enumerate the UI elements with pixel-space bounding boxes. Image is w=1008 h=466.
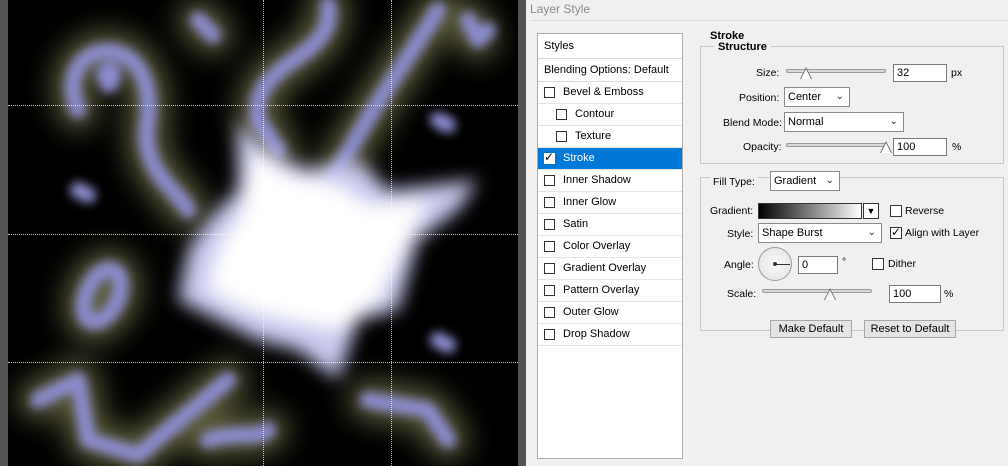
opacity-input[interactable]: 100: [893, 138, 947, 156]
blend-mode-value: Normal: [788, 116, 824, 128]
checkmark-icon: ✓: [891, 225, 902, 239]
document-canvas-area: [0, 0, 526, 466]
size-label: Size:: [756, 67, 780, 79]
size-input[interactable]: 32: [893, 64, 947, 82]
position-label: Position:: [739, 92, 780, 104]
position-select[interactable]: Center ⌄: [784, 87, 850, 107]
style-item-label: Texture: [575, 130, 612, 142]
style-item-label: Contour: [575, 108, 615, 120]
style-item-label: Drop Shadow: [563, 328, 630, 340]
style-item-checkbox[interactable]: [544, 329, 555, 340]
style-item[interactable]: Gradient Overlay: [538, 258, 682, 280]
style-item-checkbox[interactable]: [544, 285, 555, 296]
style-label: Style:: [727, 228, 754, 240]
fill-type-select[interactable]: Gradient ⌄: [770, 171, 840, 191]
style-item-checkbox[interactable]: [556, 131, 567, 142]
styles-list: Styles Blending Options: Default Bevel &…: [537, 33, 683, 459]
style-item[interactable]: Inner Glow: [538, 192, 682, 214]
size-slider-thumb-fill: [801, 69, 811, 79]
angle-input[interactable]: 0: [798, 256, 838, 274]
angle-center: [773, 262, 777, 266]
fill-type-label: Fill Type:: [710, 176, 758, 188]
style-item-label: Inner Glow: [563, 196, 617, 208]
styles-list-header[interactable]: Styles: [538, 34, 682, 59]
chevron-down-icon: ⌄: [835, 91, 844, 102]
scale-slider-thumb-fill: [825, 290, 836, 300]
style-item-label: Inner Shadow: [563, 174, 631, 186]
style-item[interactable]: Drop Shadow: [538, 324, 682, 346]
angle-dial[interactable]: [758, 247, 792, 281]
style-value: Shape Burst: [762, 227, 823, 239]
style-item[interactable]: ✓ Stroke: [538, 148, 682, 170]
guide-vertical-2[interactable]: [391, 0, 392, 466]
style-item-checkbox[interactable]: [544, 219, 555, 230]
style-item[interactable]: Contour: [538, 104, 682, 126]
style-item[interactable]: Satin: [538, 214, 682, 236]
structure-heading: Structure: [714, 41, 771, 53]
blend-mode-select[interactable]: Normal ⌄: [784, 112, 904, 132]
dither-checkbox[interactable]: [872, 258, 884, 270]
gradient-label: Gradient:: [710, 205, 754, 217]
style-item[interactable]: Pattern Overlay: [538, 280, 682, 302]
dialog-title: Layer Style: [530, 2, 591, 16]
opacity-slider-thumb-fill: [881, 143, 891, 153]
style-item-label: Bevel & Emboss: [563, 86, 644, 98]
angle-label: Angle:: [724, 259, 754, 271]
style-item-checkbox[interactable]: [556, 109, 567, 120]
align-with-layer-label: Align with Layer: [905, 227, 980, 239]
scale-label: Scale:: [727, 288, 757, 300]
style-item-checkbox[interactable]: [544, 175, 555, 186]
stroke-panel: Stroke Structure Size: 32 px Position: C…: [696, 30, 1006, 463]
scale-input[interactable]: 100: [889, 285, 941, 303]
gradient-preview[interactable]: [758, 203, 862, 219]
style-item-label: Pattern Overlay: [563, 284, 640, 296]
reset-to-default-button[interactable]: Reset to Default: [864, 320, 956, 338]
scale-unit: %: [944, 288, 954, 300]
size-unit: px: [951, 67, 963, 79]
style-item-checkbox[interactable]: [544, 263, 555, 274]
style-item-label: Stroke: [563, 152, 595, 164]
opacity-slider-track[interactable]: [786, 143, 886, 147]
reverse-checkbox[interactable]: [890, 205, 902, 217]
style-item-label: Gradient Overlay: [563, 262, 647, 274]
canvas[interactable]: [8, 0, 518, 466]
angle-unit: °: [842, 256, 847, 268]
opacity-label: Opacity:: [743, 141, 782, 153]
style-item[interactable]: Texture: [538, 126, 682, 148]
style-item[interactable]: Bevel & Emboss: [538, 82, 682, 104]
style-item-checkbox[interactable]: ✓: [544, 150, 555, 164]
style-item-checkbox[interactable]: [544, 87, 555, 98]
guide-vertical-1[interactable]: [263, 0, 264, 466]
style-item-checkbox[interactable]: [544, 197, 555, 208]
angle-needle: [775, 264, 790, 265]
style-item-checkbox[interactable]: [544, 307, 555, 318]
style-item[interactable]: Outer Glow: [538, 302, 682, 324]
style-item-label: Color Overlay: [563, 240, 631, 252]
chevron-down-icon[interactable]: ▼: [863, 203, 879, 219]
fill-group: [700, 177, 1004, 331]
style-select[interactable]: Shape Burst ⌄: [758, 223, 882, 243]
style-item-checkbox[interactable]: [544, 241, 555, 252]
dither-label: Dither: [888, 258, 917, 270]
blend-mode-label: Blend Mode:: [723, 117, 782, 129]
chevron-down-icon: ⌄: [825, 175, 834, 186]
scale-slider-track[interactable]: [762, 289, 872, 293]
layer-style-dialog: Layer Style Styles Blending Options: Def…: [526, 0, 1008, 466]
style-item-label: Satin: [563, 218, 589, 230]
style-item[interactable]: Color Overlay: [538, 236, 682, 258]
blending-options-item[interactable]: Blending Options: Default: [538, 59, 682, 82]
style-item-label: Outer Glow: [563, 306, 619, 318]
dialog-body: Styles Blending Options: Default Bevel &…: [530, 20, 1008, 466]
make-default-button[interactable]: Make Default: [770, 320, 852, 338]
position-value: Center: [788, 91, 822, 103]
chevron-down-icon: ⌄: [867, 227, 876, 238]
fill-type-value: Gradient: [774, 175, 817, 187]
opacity-unit: %: [952, 141, 962, 153]
checkmark-icon: ✓: [544, 150, 555, 164]
style-item[interactable]: Inner Shadow: [538, 170, 682, 192]
chevron-down-icon: ⌄: [889, 116, 898, 127]
align-with-layer-checkbox[interactable]: ✓: [890, 225, 902, 239]
reverse-label: Reverse: [905, 205, 945, 217]
